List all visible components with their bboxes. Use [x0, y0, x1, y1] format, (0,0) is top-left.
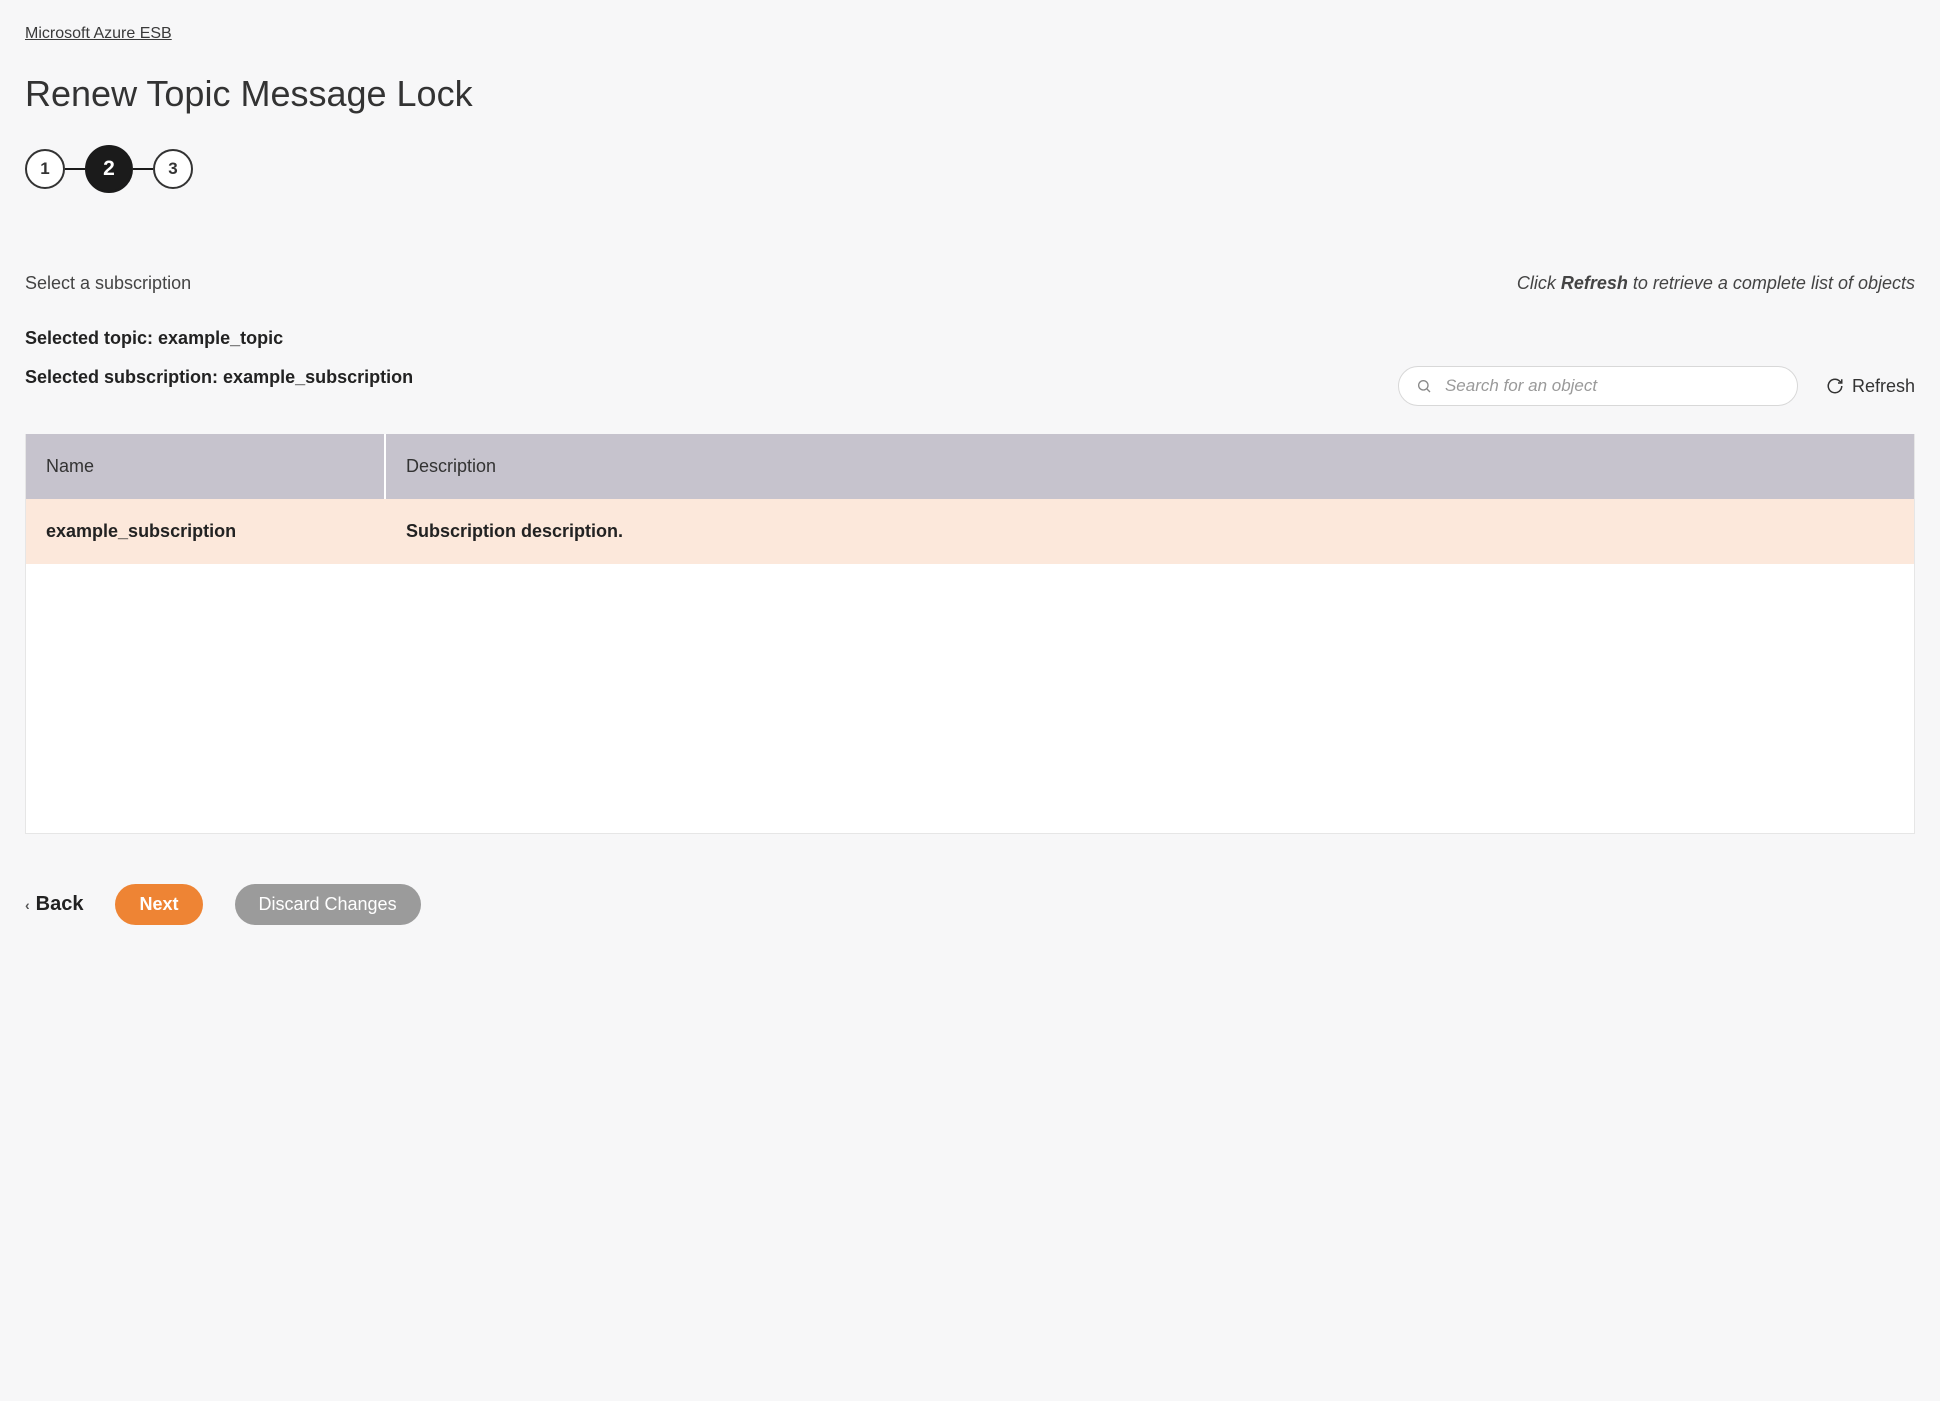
step-2[interactable]: 2	[85, 145, 133, 193]
selected-subscription-label: Selected subscription:	[25, 367, 223, 387]
hint-bold: Refresh	[1561, 273, 1628, 293]
search-icon	[1416, 378, 1432, 394]
wizard-footer: ‹ Back Next Discard Changes	[25, 884, 1915, 925]
selected-topic-label: Selected topic:	[25, 328, 158, 348]
step-3[interactable]: 3	[153, 149, 193, 189]
next-button[interactable]: Next	[115, 884, 202, 925]
chevron-left-icon: ‹	[25, 897, 30, 913]
hint-suffix: to retrieve a complete list of objects	[1628, 273, 1915, 293]
selected-topic: Selected topic: example_topic	[25, 328, 1915, 349]
col-header-description[interactable]: Description	[386, 434, 1914, 499]
step-connector	[133, 168, 153, 170]
subscriptions-table: Name Description example_subscription Su…	[25, 434, 1915, 834]
search-wrapper	[1398, 366, 1798, 406]
page-title: Renew Topic Message Lock	[25, 73, 1915, 115]
cell-description: Subscription description.	[386, 499, 1914, 564]
breadcrumb-link[interactable]: Microsoft Azure ESB	[25, 25, 172, 43]
col-header-name[interactable]: Name	[26, 434, 386, 499]
cell-name: example_subscription	[26, 499, 386, 564]
step-connector	[65, 168, 85, 170]
back-label: Back	[36, 893, 84, 916]
step-1[interactable]: 1	[25, 149, 65, 189]
wizard-stepper: 1 2 3	[25, 145, 1915, 193]
discard-changes-button[interactable]: Discard Changes	[235, 884, 421, 925]
selected-subscription-value: example_subscription	[223, 367, 413, 387]
back-button[interactable]: ‹ Back	[25, 893, 83, 916]
search-input[interactable]	[1398, 366, 1798, 406]
table-row[interactable]: example_subscription Subscription descri…	[26, 499, 1914, 564]
hint-prefix: Click	[1517, 273, 1561, 293]
select-subscription-label: Select a subscription	[25, 273, 191, 294]
table-header-row: Name Description	[26, 434, 1914, 499]
refresh-hint: Click Refresh to retrieve a complete lis…	[1517, 273, 1915, 294]
refresh-icon	[1826, 377, 1844, 395]
refresh-button[interactable]: Refresh	[1826, 376, 1915, 397]
refresh-label: Refresh	[1852, 376, 1915, 397]
selected-topic-value: example_topic	[158, 328, 283, 348]
